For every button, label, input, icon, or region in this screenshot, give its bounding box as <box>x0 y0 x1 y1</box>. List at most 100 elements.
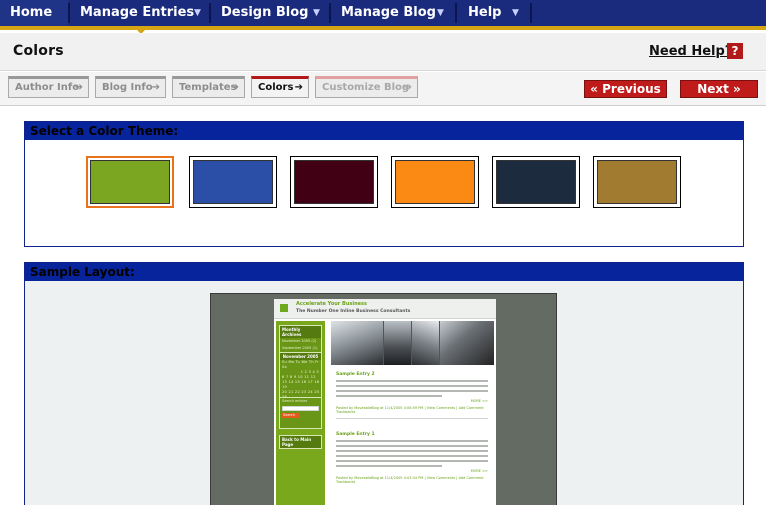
search-input <box>282 406 319 411</box>
entry-more-link: MORE >> <box>470 469 488 473</box>
sample-blog-page: Accelerate Your Business The Number One … <box>274 299 496 505</box>
nav-manage-entries[interactable]: Manage Entries ▼ <box>70 0 208 26</box>
nav-accent-bar <box>0 26 766 30</box>
sample-layout-body: Accelerate Your Business The Number One … <box>25 281 743 505</box>
calendar-row: 13 14 15 16 17 18 19 <box>282 380 320 389</box>
top-nav: Home Manage Entries ▼ Design Blog ▼ Mana… <box>0 0 766 30</box>
nav-design-blog-label: Design Blog <box>221 5 309 20</box>
entry-trackbacks: Trackbacks <box>336 410 356 414</box>
photo-people-icon <box>331 321 383 365</box>
nav-help-label: Help <box>468 5 502 20</box>
color-swatch-green[interactable] <box>86 156 174 208</box>
photo-people-icon <box>412 321 439 365</box>
search-box: Search entries Search <box>279 397 322 429</box>
entry-title: Sample Entry 1 <box>336 432 375 437</box>
swatch-fill <box>90 160 170 204</box>
chevron-down-icon: ▼ <box>512 8 519 18</box>
photo-people-icon <box>440 321 494 365</box>
step-colors[interactable]: Colors ➔ <box>251 76 309 98</box>
entry-text-line <box>336 380 488 382</box>
swatch-fill <box>294 160 374 204</box>
photo-people-icon <box>384 321 411 365</box>
color-swatch-maroon[interactable] <box>290 156 378 208</box>
swatch-fill <box>597 160 677 204</box>
search-label: Search entries <box>282 399 308 403</box>
swatch-fill <box>395 160 475 204</box>
nav-manage-blog[interactable]: Manage Blog ▼ <box>331 0 455 26</box>
next-button[interactable]: Next » <box>680 80 758 98</box>
arrow-right-icon: ➔ <box>294 82 303 93</box>
back-to-main-box: Back to Main Page <box>279 435 322 449</box>
arrow-right-icon: ➔ <box>151 82 160 93</box>
help-icon[interactable]: ? <box>727 43 743 59</box>
color-swatch-orange[interactable] <box>391 156 479 208</box>
step-label: Blog Info <box>102 82 153 93</box>
entry-divider <box>336 418 488 419</box>
sample-layout-heading: Sample Layout: <box>25 263 743 281</box>
color-swatch-brown[interactable] <box>593 156 681 208</box>
entry-text-line <box>336 460 488 462</box>
color-swatch-navy[interactable] <box>492 156 580 208</box>
step-blog-info[interactable]: Blog Info ➔ <box>95 76 166 98</box>
nav-help[interactable]: Help ▼ <box>458 0 530 26</box>
monthly-archives-label: Monthly Archives <box>280 326 321 338</box>
sample-preview-frame: Accelerate Your Business The Number One … <box>210 293 557 505</box>
sample-blog-title: Accelerate Your Business <box>296 301 367 307</box>
sample-blog-subtitle: The Number One Inline Business Consultan… <box>296 309 411 314</box>
step-author-info[interactable]: Author Info ➔ <box>8 76 89 98</box>
sample-photo-banner <box>331 321 494 365</box>
step-customize-blog[interactable]: Customize Blog ➔ <box>315 76 418 98</box>
monthly-archives-box: Monthly Archives November 2005 (2) Septe… <box>279 325 322 353</box>
entry-text-line <box>336 385 488 387</box>
nav-separator <box>455 3 457 23</box>
blog-logo-icon <box>280 304 288 312</box>
need-help-link[interactable]: Need Help? <box>649 44 732 59</box>
arrow-right-icon: ➔ <box>230 82 239 93</box>
step-label: Author Info <box>15 82 80 93</box>
sample-layout-panel: Sample Layout: Accelerate Your Business … <box>24 262 744 505</box>
arrow-right-icon: ➔ <box>74 82 83 93</box>
color-theme-panel: Select a Color Theme: <box>24 121 744 247</box>
step-label: Colors <box>258 82 294 93</box>
nav-home[interactable]: Home <box>0 0 68 26</box>
swatch-fill <box>496 160 576 204</box>
entry-text-line <box>336 455 488 457</box>
nav-design-blog[interactable]: Design Blog ▼ <box>211 0 329 26</box>
page-title: Colors <box>13 43 64 59</box>
sample-blog-sidebar: Monthly Archives November 2005 (2) Septe… <box>276 321 325 505</box>
chevron-down-icon: ▼ <box>437 8 444 18</box>
entry-title: Sample Entry 2 <box>336 372 375 377</box>
entry-text-line <box>336 395 443 397</box>
previous-button[interactable]: « Previous <box>584 80 667 98</box>
entry-trackbacks: Trackbacks <box>336 480 356 484</box>
step-label: Customize Blog <box>322 82 410 93</box>
nav-manage-entries-label: Manage Entries <box>80 5 195 20</box>
step-templates[interactable]: Templates ➔ <box>172 76 245 98</box>
nav-home-label: Home <box>10 5 53 20</box>
archive-link: September 2005 (1) <box>282 346 318 350</box>
nav-separator <box>530 3 532 23</box>
entry-text-line <box>336 445 488 447</box>
calendar-days: Su Mo Tu We Th Fr Sa <box>282 360 320 369</box>
arrow-right-icon: ➔ <box>403 82 412 93</box>
app-root: Home Manage Entries ▼ Design Blog ▼ Mana… <box>0 0 766 505</box>
search-button: Search <box>282 413 300 418</box>
entry-more-link: MORE >> <box>470 399 488 403</box>
chevron-down-icon: ▼ <box>313 8 320 18</box>
nav-manage-blog-label: Manage Blog <box>341 5 436 20</box>
entry-meta: Posted by MoveableBlog at 11/4/2005 4:06… <box>336 406 484 410</box>
step-label: Templates <box>179 82 237 93</box>
sample-blog-header: Accelerate Your Business The Number One … <box>274 299 496 319</box>
title-bar: Colors Need Help? ? <box>0 33 766 71</box>
entry-meta: Posted by MoveableBlog at 11/4/2005 4:03… <box>336 476 484 480</box>
back-to-main-link: Back to Main Page <box>280 436 321 448</box>
color-theme-heading: Select a Color Theme: <box>25 122 743 140</box>
entry-text-line <box>336 390 488 392</box>
sample-entry-1: Sample Entry 1 MORE >> Posted by Moveabl… <box>336 432 488 484</box>
color-swatch-blue[interactable] <box>189 156 277 208</box>
entry-text-line <box>336 465 443 467</box>
step-bar: Author Info ➔ Blog Info ➔ Templates ➔ Co… <box>0 72 766 106</box>
swatch-fill <box>193 160 273 204</box>
sample-entry-2: Sample Entry 2 MORE >> Posted by Moveabl… <box>336 372 488 419</box>
entry-text-line <box>336 440 488 442</box>
